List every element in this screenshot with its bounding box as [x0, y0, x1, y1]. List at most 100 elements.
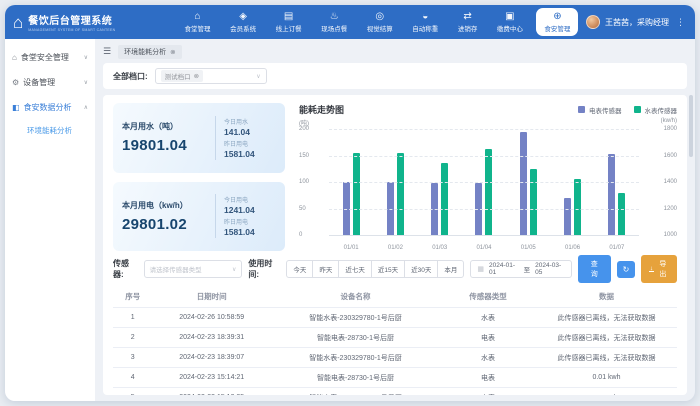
- table-cell: 电表: [440, 368, 536, 388]
- table-cell: 5: [113, 388, 152, 396]
- avatar[interactable]: [586, 15, 600, 29]
- table-cell: 2024-02-23 18:39:07: [152, 348, 270, 368]
- stat-sub-block: 今日用电1241.04昨日用电1581.04: [224, 193, 276, 239]
- date-start: 2024-01-01: [489, 262, 519, 276]
- time-filter-label: 使用时间:: [248, 258, 280, 280]
- nav-item-vision-checkout[interactable]: ◎视觉结算: [361, 9, 399, 35]
- bar-electric[interactable]: [520, 132, 527, 235]
- bar-electric[interactable]: [608, 154, 615, 235]
- time-button[interactable]: 本月: [437, 260, 464, 278]
- stat-value: 19801.04: [122, 137, 207, 154]
- sidebar-item[interactable]: ⚙设备管理∨: [5, 70, 95, 95]
- nav-item-payment-center[interactable]: ▣缴费中心: [491, 9, 529, 35]
- chart-plot: (吨) (kw/h) 200150100500 1800160014001200…: [299, 119, 677, 251]
- remove-tag-icon[interactable]: ⊗: [194, 72, 199, 80]
- table-row[interactable]: 52024-02-23 15:13:25智能水表-230329780-1号后厨水…: [113, 388, 677, 396]
- table-row[interactable]: 22024-02-23 18:39:31智能电表-28730-1号后厨电表此传感…: [113, 328, 677, 348]
- time-button[interactable]: 近30天: [404, 260, 438, 278]
- kebab-menu-icon[interactable]: ⋮: [674, 17, 687, 28]
- nav-item-inventory[interactable]: ⇄进销存: [452, 9, 484, 35]
- table-row[interactable]: 42024-02-23 15:14:21智能电表-28730-1号后厨电表0.0…: [113, 368, 677, 388]
- stat-sub-row: 今日用水141.04: [224, 117, 276, 137]
- sensor-data-table: 序号日期时间设备名称传感器类型数据 12024-02-26 10:58:59智能…: [113, 286, 677, 395]
- y-tick-left: 100: [299, 179, 325, 185]
- tab-label: 环境能耗分析: [124, 47, 166, 57]
- sensor-type-select[interactable]: 请选择传感器类型 ∨: [144, 260, 243, 278]
- tab-env-energy-analysis[interactable]: 环境能耗分析 ⊗: [118, 45, 181, 59]
- table-header-cell: 传感器类型: [440, 286, 536, 308]
- collapse-menu-icon[interactable]: ☰: [103, 46, 111, 57]
- query-button[interactable]: 查询: [578, 255, 611, 283]
- x-tick-label: 01/05: [506, 245, 550, 251]
- export-button[interactable]: ↓ 导出: [641, 255, 677, 283]
- energy-trend-chart: 能耗走势图 电表传感器水表传感器 (吨) (kw/h) 200150100500…: [299, 103, 677, 251]
- nav-item-member-system[interactable]: ◈会员系统: [224, 9, 262, 35]
- stall-select[interactable]: 测试档口 ⊗ ∨: [155, 68, 267, 84]
- table-row[interactable]: 12024-02-26 10:58:59智能水表-230329780-1号后厨水…: [113, 308, 677, 328]
- user-name: 王茜茜，采购经理: [605, 17, 669, 28]
- bar-water[interactable]: [618, 193, 625, 235]
- nav-item-onsite-order[interactable]: ♨现场点餐: [315, 9, 353, 35]
- legend-item[interactable]: 电表传感器: [578, 105, 622, 115]
- main-content: ☰ 环境能耗分析 ⊗ 全部档口: 测试档口 ⊗ ∨ 本月用水（: [95, 39, 695, 401]
- table-filter-row: 传感器: 请选择传感器类型 ∨ 使用时间: 今天昨天近七天近15天近30天本月 …: [113, 260, 677, 278]
- table-cell: 智能水表-230329780-1号后厨: [271, 308, 440, 328]
- nav-item-online-order[interactable]: ▤线上订餐: [270, 9, 308, 35]
- sidebar-subitem[interactable]: 环境能耗分析: [5, 120, 95, 141]
- sidebar-item-label: 食安数据分析: [24, 102, 80, 113]
- bar-electric[interactable]: [564, 198, 571, 235]
- time-button[interactable]: 近15天: [371, 260, 405, 278]
- nav-item-auto-weigh[interactable]: ◒自动称重: [406, 9, 444, 35]
- nav-item-label: 自动称重: [412, 23, 438, 33]
- table-cell: 2024-02-23 15:14:21: [152, 368, 270, 388]
- time-button[interactable]: 昨天: [312, 260, 339, 278]
- table-cell: 2024-02-23 18:39:31: [152, 328, 270, 348]
- chevron-down-icon: ∨: [84, 54, 88, 61]
- nav-item-food-safety[interactable]: ⊕食安管理: [536, 8, 578, 36]
- y-tick-left: 150: [299, 153, 325, 159]
- x-tick-label: 01/02: [373, 245, 417, 251]
- table-cell: 此传感器已离线，无法获取数据: [536, 328, 677, 348]
- bar-water[interactable]: [530, 169, 537, 235]
- nav-item-label: 缴费中心: [497, 23, 523, 33]
- sidebar-item[interactable]: ◧食安数据分析∧: [5, 95, 95, 120]
- table-cell: 0.01 kwh: [536, 368, 677, 388]
- chevron-down-icon: ∨: [232, 266, 236, 273]
- time-button[interactable]: 近七天: [338, 260, 372, 278]
- bar-water[interactable]: [397, 153, 404, 235]
- stat-title: 本月用水（吨）: [122, 121, 207, 132]
- bar-water[interactable]: [441, 163, 448, 235]
- analytics-card: 本月用水（吨）19801.04今日用水141.04昨日用电1581.04本月用电…: [103, 95, 687, 395]
- legend-item[interactable]: 水表传感器: [634, 105, 678, 115]
- stall-filter-label: 全部档口:: [113, 71, 148, 82]
- table-row[interactable]: 32024-02-23 18:39:07智能水表-230329780-1号后厨水…: [113, 348, 677, 368]
- x-tick-label: 01/04: [462, 245, 506, 251]
- close-icon[interactable]: ⊗: [170, 48, 175, 56]
- tab-bar: ☰ 环境能耗分析 ⊗: [103, 44, 687, 59]
- payment-center-icon: ▣: [505, 11, 514, 22]
- table-cell: 智能电表-28730-1号后厨: [271, 328, 440, 348]
- bar-water[interactable]: [485, 149, 492, 235]
- stat-value: 29801.02: [122, 216, 207, 233]
- stat-sub-value: 1581.04: [224, 149, 276, 159]
- legend-swatch: [634, 106, 641, 113]
- inventory-icon: ⇄: [463, 11, 471, 22]
- user-chip[interactable]: 王茜茜，采购经理 ⋮: [586, 15, 687, 29]
- stat-title: 本月用电（kw/h）: [122, 200, 207, 211]
- table-cell: 此传感器已离线，无法获取数据: [536, 348, 677, 368]
- bar-water[interactable]: [574, 179, 581, 235]
- y-tick-right: 1800: [645, 126, 677, 132]
- calendar-icon: ▦: [477, 265, 484, 273]
- scrollbar-thumb[interactable]: [689, 95, 693, 157]
- stat-sub-row: 今日用电1241.04: [224, 195, 276, 215]
- nav-item-canteen[interactable]: ⌂食堂管理: [179, 9, 217, 35]
- date-range-picker[interactable]: ▦ 2024-01-01 至 2024-03-05: [470, 260, 571, 278]
- time-button[interactable]: 今天: [286, 260, 313, 278]
- time-range-buttons: 今天昨天近七天近15天近30天本月: [286, 260, 464, 278]
- data-analysis-icon: ◧: [12, 103, 20, 112]
- sidebar-item[interactable]: ⌂食堂安全管理∨: [5, 45, 95, 70]
- chevron-down-icon: ∨: [84, 79, 88, 86]
- left-axis-ticks: 200150100500: [299, 129, 325, 235]
- refresh-button[interactable]: ↻: [617, 261, 636, 278]
- bar-water[interactable]: [353, 153, 360, 235]
